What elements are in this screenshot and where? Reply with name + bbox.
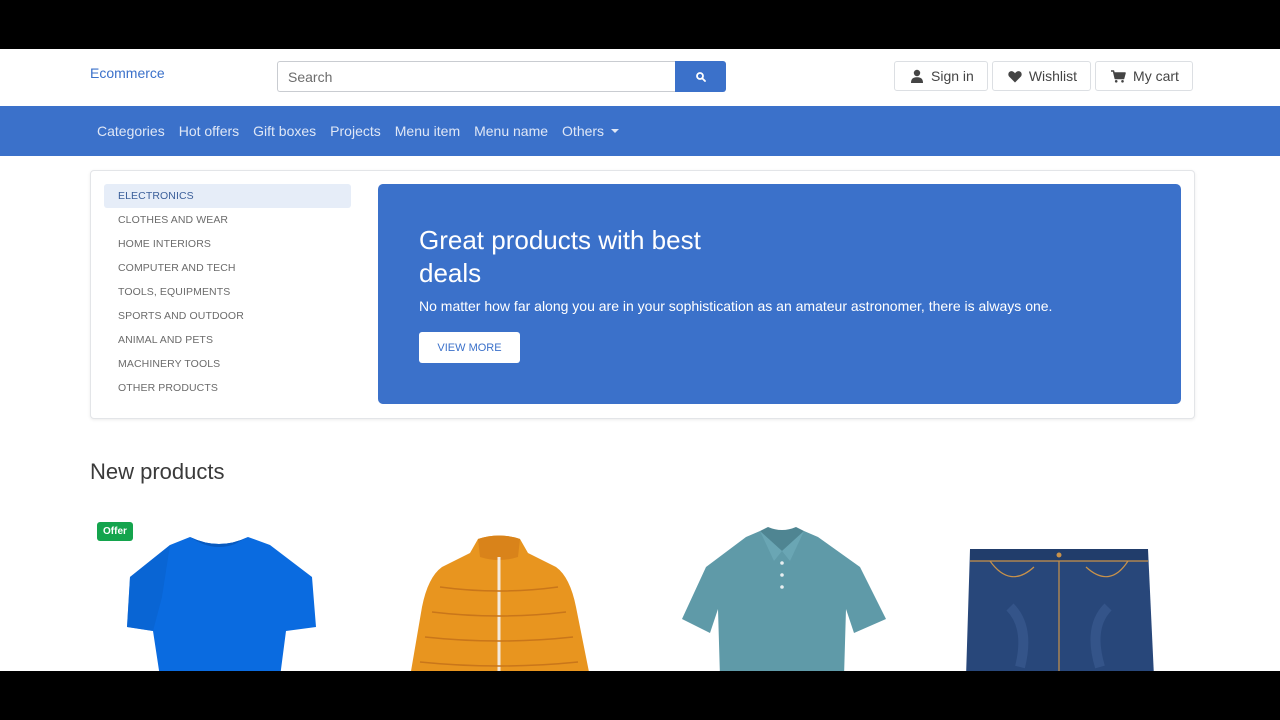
category-item-clothes[interactable]: CLOTHES AND WEAR: [104, 208, 351, 232]
header-actions: Sign in Wishlist My cart: [894, 61, 1193, 91]
product-image-denim-shorts: [966, 549, 1154, 671]
nav-item-projects[interactable]: Projects: [330, 123, 381, 139]
cart-button[interactable]: My cart: [1095, 61, 1193, 91]
wishlist-label: Wishlist: [1028, 68, 1078, 84]
search-bar: [277, 61, 726, 92]
category-item-other[interactable]: OTHER PRODUCTS: [104, 376, 351, 400]
nav-item-menu-name[interactable]: Menu name: [474, 123, 548, 139]
category-item-sports[interactable]: SPORTS AND OUTDOOR: [104, 304, 351, 328]
nav-item-menu-item[interactable]: Menu item: [395, 123, 460, 139]
category-list: ELECTRONICS CLOTHES AND WEAR HOME INTERI…: [104, 184, 351, 400]
view-more-button[interactable]: VIEW MORE: [419, 332, 520, 363]
user-icon: [910, 69, 924, 83]
category-item-home-interiors[interactable]: HOME INTERIORS: [104, 232, 351, 256]
signin-button[interactable]: Sign in: [894, 61, 988, 91]
nav-item-others-label: Others: [562, 123, 605, 139]
category-item-machinery[interactable]: MACHINERY TOOLS: [104, 352, 351, 376]
search-button[interactable]: [675, 61, 726, 92]
category-item-tools[interactable]: TOOLS, EQUIPMENTS: [104, 280, 351, 304]
promo-banner: Great products with best deals No matter…: [378, 184, 1181, 404]
banner-text: No matter how far along you are in your …: [419, 298, 1053, 314]
nav-dropdown-others[interactable]: Others: [562, 123, 620, 139]
category-item-animals[interactable]: ANIMAL AND PETS: [104, 328, 351, 352]
product-image-orange-puffer-jacket: [411, 535, 589, 671]
shopping-cart-icon: [1111, 69, 1126, 83]
cart-label: My cart: [1133, 68, 1179, 84]
nav-item-categories[interactable]: Categories: [97, 123, 165, 139]
search-icon: [695, 71, 706, 82]
nav-item-hot-offers[interactable]: Hot offers: [179, 123, 239, 139]
nav-item-gift-boxes[interactable]: Gift boxes: [253, 123, 316, 139]
product-image-teal-polo-shirt: [682, 527, 886, 671]
main-navbar: Categories Hot offers Gift boxes Project…: [0, 106, 1280, 156]
product-grid: Offer: [90, 517, 1195, 671]
hero-card: ELECTRONICS CLOTHES AND WEAR HOME INTERI…: [90, 170, 1195, 419]
page: Ecommerce Sign in Wishlist: [0, 49, 1280, 671]
search-input[interactable]: [277, 61, 675, 92]
banner-title: Great products with best deals: [419, 225, 701, 288]
offer-badge: Offer: [97, 522, 133, 541]
category-item-electronics[interactable]: ELECTRONICS: [104, 184, 351, 208]
signin-label: Sign in: [931, 68, 974, 84]
caret-down-icon: [611, 129, 620, 133]
product-card[interactable]: [930, 517, 1190, 671]
product-card[interactable]: [650, 517, 910, 671]
header: Ecommerce Sign in Wishlist: [0, 49, 1280, 106]
product-card[interactable]: Offer: [90, 517, 350, 671]
brand-logo-link[interactable]: Ecommerce: [90, 65, 165, 81]
category-item-computer-tech[interactable]: COMPUTER AND TECH: [104, 256, 351, 280]
section-title-new-products: New products: [90, 459, 225, 484]
wishlist-button[interactable]: Wishlist: [991, 61, 1092, 91]
heart-icon: [1008, 70, 1022, 83]
product-card[interactable]: [370, 517, 630, 671]
